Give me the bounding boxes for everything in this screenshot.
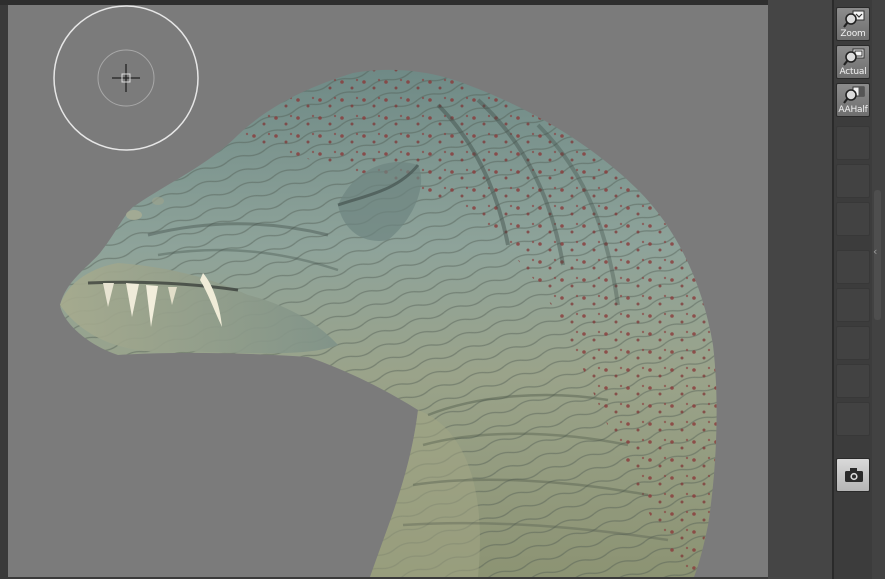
canvas-gutter [768,0,832,579]
zoom-magnifier-icon [843,10,865,28]
zoom-button-label: Zoom [840,29,866,39]
tray-collapse-arrow-icon[interactable]: ‹ [873,246,877,258]
creature-sculpt [60,69,717,577]
disabled-tool-slot [836,364,870,398]
brush-cursor-crosshair-icon [53,5,199,151]
disabled-tool-slot [836,250,870,284]
document-canvas[interactable] [8,5,768,577]
camera-icon [845,468,863,482]
aa-half-magnifier-icon [843,86,865,104]
zoom-button[interactable]: Zoom [836,7,870,41]
actual-button[interactable]: Actual [836,45,870,79]
aahalf-button-label: AAHalf [838,105,868,115]
disabled-tool-slot [836,126,870,160]
disabled-tool-slot [836,202,870,236]
aahalf-button[interactable]: AAHalf [836,83,870,117]
disabled-tool-slot [836,164,870,198]
disabled-tool-slot [836,402,870,436]
camera-button[interactable] [836,458,870,492]
disabled-tool-slot [836,326,870,360]
disabled-tool-slot [836,288,870,322]
actual-size-magnifier-icon [843,48,865,66]
actual-button-label: Actual [839,67,867,77]
